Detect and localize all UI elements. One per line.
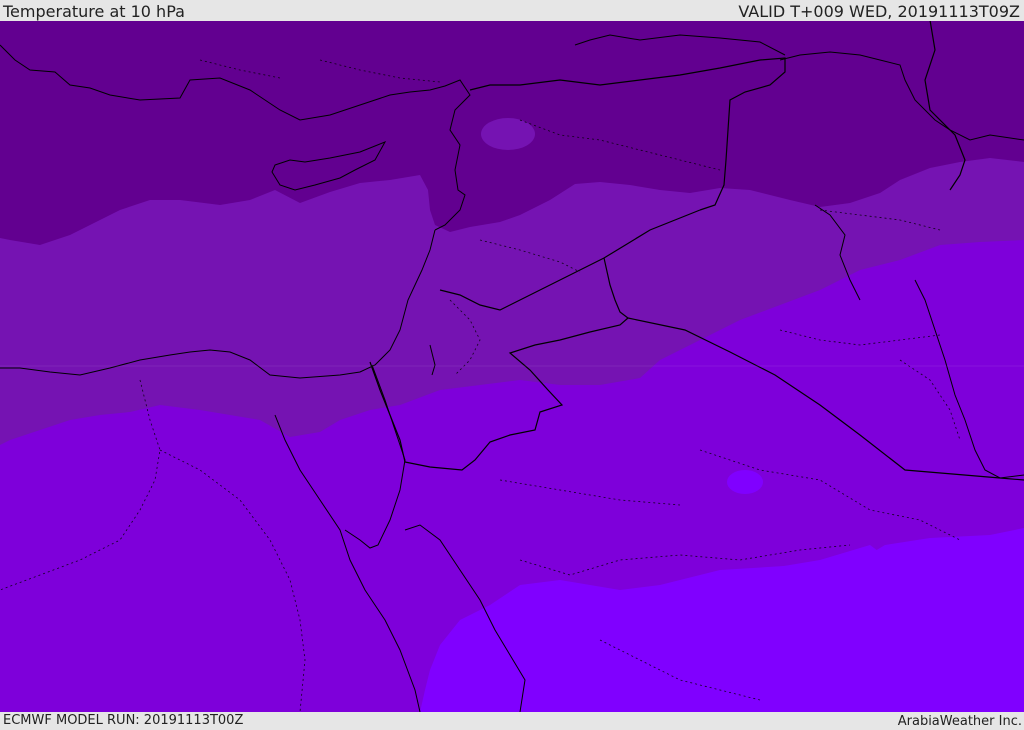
header-bar: Temperature at 10 hPa VALID T+009 WED, 2… — [0, 0, 1024, 21]
pocket-arabia — [727, 470, 763, 494]
temperature-map[interactable] — [0, 21, 1024, 712]
map-title: Temperature at 10 hPa — [3, 2, 185, 21]
map-panel[interactable] — [0, 21, 1024, 712]
valid-time: VALID T+009 WED, 20191113T09Z — [738, 2, 1020, 21]
footer-bar: ECMWF MODEL RUN: 20191113T00Z ArabiaWeat… — [0, 712, 1024, 729]
model-run-label: ECMWF MODEL RUN: 20191113T00Z — [3, 713, 244, 728]
credit-label: ArabiaWeather Inc. — [897, 714, 1022, 729]
pocket-turkey — [481, 118, 535, 150]
